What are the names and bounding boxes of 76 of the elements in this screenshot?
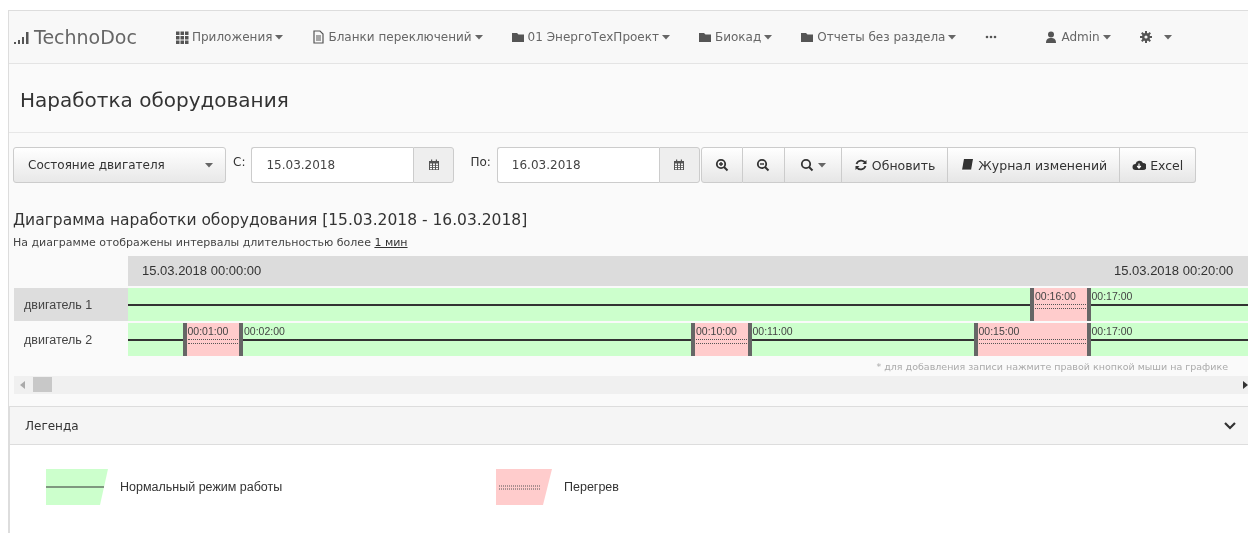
grid-icon xyxy=(174,30,189,44)
nav-menu-item[interactable]: Бланки переключений xyxy=(297,30,497,44)
zoom-menu-button[interactable] xyxy=(784,147,842,183)
duration-link[interactable]: 1 мин xyxy=(374,236,408,249)
folder-icon xyxy=(800,30,815,44)
from-label: С: xyxy=(233,154,246,169)
row-label[interactable]: двигатель 2 xyxy=(14,323,128,356)
toolbar-button[interactable]: Обновить xyxy=(841,147,949,183)
brand-name[interactable]: TechnoDoc xyxy=(34,26,137,48)
caret-icon xyxy=(1102,34,1111,40)
user-icon xyxy=(1044,30,1059,44)
calendar-icon xyxy=(426,158,441,172)
nav-menu-item[interactable]: Биокад xyxy=(683,30,787,44)
caret-icon xyxy=(1163,34,1172,40)
from-date-field[interactable]: 15.03.2018 xyxy=(251,147,414,183)
book-icon xyxy=(960,158,975,172)
legend-label: Нормальный режим работы xyxy=(120,480,283,494)
time-label: 00:15:00 xyxy=(978,325,1020,337)
chart-title: Диаграмма наработки оборудования [15.03.2018 - 16.03.2018] xyxy=(13,211,529,231)
settings-icon xyxy=(1138,30,1153,44)
refresh-icon xyxy=(853,158,868,172)
cloud-icon xyxy=(1132,158,1147,172)
document-icon xyxy=(311,30,326,44)
nav-menu-item[interactable]: Приложения xyxy=(160,30,298,44)
horizontal-scrollbar[interactable] xyxy=(14,376,1248,394)
caret-icon xyxy=(661,34,670,40)
caret-icon xyxy=(817,162,826,168)
toolbar-button[interactable]: Журнал изменений xyxy=(948,147,1121,183)
zoom-out-icon xyxy=(756,158,771,172)
overheat-segment[interactable] xyxy=(1030,288,1091,321)
search-icon xyxy=(799,158,814,172)
caret-icon xyxy=(764,34,773,40)
normal-swatch-icon xyxy=(46,469,108,505)
time-label: 00:11:00 xyxy=(752,325,793,337)
hint-text: * для добавления записи нажмите правой кнопкой мыши на графике xyxy=(875,360,1229,374)
nav-menu-item[interactable]: Admin xyxy=(1030,30,1125,44)
timeline-track[interactable]: 00:01:00 00:02:00 00:10:00 00:11:00 00:15:00 00:17:00 xyxy=(128,323,1248,356)
zoom-out-button[interactable] xyxy=(742,147,785,183)
nav-menu-item[interactable]: 01 ЭнергоТехПроект xyxy=(496,30,684,44)
scrollbar-thumb[interactable] xyxy=(33,377,52,392)
caret-icon xyxy=(275,34,284,40)
overheat-segment[interactable] xyxy=(691,323,752,356)
mode-select[interactable]: Состояние двигателя xyxy=(13,147,226,183)
chart-note: На диаграмме отображены интервалы длительностью более 1 мин xyxy=(13,236,409,250)
time-label: 00:01:00 xyxy=(187,325,229,337)
time-label: 15.03.2018 00:20:00 xyxy=(1114,263,1234,278)
time-label: 15.03.2018 00:00:00 xyxy=(142,263,262,278)
legend-header[interactable]: Легенда xyxy=(10,407,1248,445)
to-label: По: xyxy=(470,154,491,169)
caret-icon xyxy=(205,162,213,168)
nav-menu-item[interactable]: Отчеты без раздела xyxy=(786,30,971,44)
legend-label: Перегрев xyxy=(564,480,619,494)
time-label: 00:16:00 xyxy=(1035,290,1076,302)
caret-icon xyxy=(948,34,957,40)
overheat-swatch-icon xyxy=(496,469,552,505)
calendar-button[interactable] xyxy=(413,147,455,183)
row-label[interactable]: двигатель 1 xyxy=(14,288,128,321)
calendar-icon xyxy=(672,158,687,172)
to-date-field[interactable]: 16.03.2018 xyxy=(496,147,659,183)
scroll-right-icon[interactable] xyxy=(1243,381,1248,389)
toolbar-button[interactable]: Excel xyxy=(1120,147,1197,183)
signal-bars-icon xyxy=(14,30,30,44)
overheat-segment[interactable] xyxy=(973,323,1091,356)
zoom-in-button[interactable] xyxy=(700,147,743,183)
time-label: 00:10:00 xyxy=(696,325,737,337)
page-title: Наработка оборудования xyxy=(19,87,290,114)
overheat-segment[interactable] xyxy=(182,323,243,356)
time-label: 00:17:00 xyxy=(1091,290,1133,302)
time-label: 00:02:00 xyxy=(244,325,285,337)
calendar-button[interactable] xyxy=(658,147,700,183)
folder-icon xyxy=(510,30,525,44)
caret-icon xyxy=(474,34,483,40)
folder-icon xyxy=(697,30,712,44)
timeline-track[interactable]: 00:16:00 00:17:00 xyxy=(128,288,1248,321)
zoom-in-icon xyxy=(714,158,729,172)
time-label: 00:17:00 xyxy=(1091,325,1133,337)
